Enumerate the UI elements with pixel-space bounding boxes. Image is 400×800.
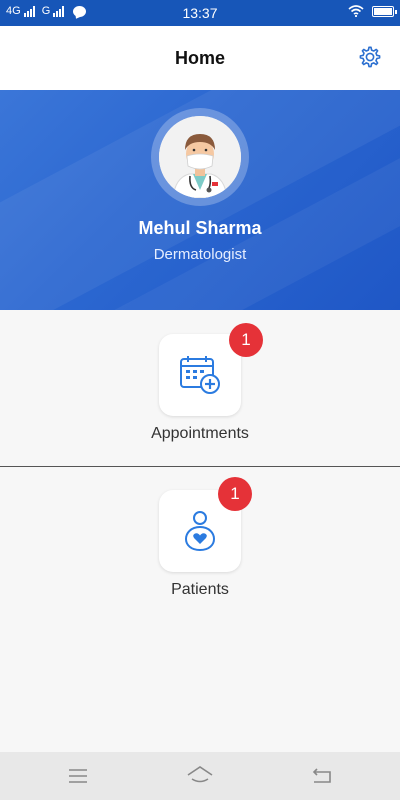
menu-icon[interactable]	[64, 762, 92, 790]
wifi-icon	[348, 5, 364, 17]
profile-banner: Mehul Sharma Dermatologist	[0, 90, 400, 310]
avatar	[159, 116, 241, 198]
page-title: Home	[174, 48, 225, 68]
patients-badge: 1	[218, 477, 252, 511]
patients-label: Patients	[171, 581, 229, 598]
doctor-name: Mehul Sharma	[138, 218, 262, 238]
doctor-avatar-icon	[159, 116, 241, 198]
calendar-plus-icon	[180, 356, 220, 394]
gear-icon[interactable]	[358, 45, 382, 69]
battery-icon	[372, 5, 397, 17]
patient-heart-icon	[184, 511, 216, 552]
app-header: Home	[0, 26, 400, 90]
appointments-section[interactable]: 1 Appointments	[0, 310, 400, 466]
appointments-card[interactable]	[159, 334, 241, 416]
system-nav-bar	[0, 752, 400, 800]
avatar-ring	[151, 108, 249, 206]
status-right	[348, 5, 397, 17]
appointments-label: Appointments	[151, 425, 249, 442]
patients-section[interactable]: 1 Patients	[0, 467, 400, 617]
status-time: 13:37	[182, 5, 218, 21]
home-icon[interactable]	[186, 762, 214, 790]
status-bar: 4G G 13:37	[0, 0, 400, 26]
back-icon[interactable]	[308, 762, 336, 790]
doctor-role: Dermatologist	[153, 246, 247, 263]
appointments-badge: 1	[229, 323, 263, 357]
